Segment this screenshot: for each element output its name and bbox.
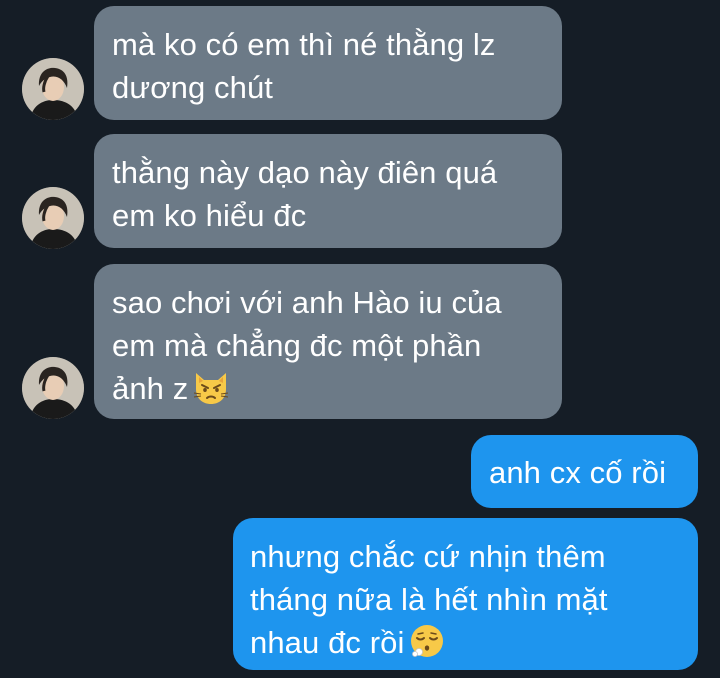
incoming-message[interactable]: sao chơi với anh Hào iu của em mà chẳng …	[94, 264, 562, 419]
avatar-image-icon	[22, 357, 84, 419]
message-text-line: sao chơi với anh Hào iu của	[112, 285, 502, 320]
sender-avatar[interactable]	[22, 58, 84, 120]
exhaling-face-emoji-icon	[411, 625, 444, 657]
message-text-line: thằng này dạo này điên quá	[112, 155, 498, 190]
message-text: ảnh z	[112, 371, 189, 406]
incoming-message[interactable]: thằng này dạo này điên quá em ko hiểu đc	[94, 134, 562, 248]
message-text-line: em mà chẳng đc một phần	[112, 328, 482, 363]
message-text-line: mà ko có em thì né thằng lz	[112, 27, 496, 62]
outgoing-message[interactable]: nhưng chắc cứ nhịn thêm tháng nữa là hết…	[233, 518, 698, 670]
message-text-line: anh cx cố rồi	[489, 455, 667, 490]
message-text-line-with-emoji: nhau đc rồi	[250, 621, 698, 664]
chat-conversation: mà ko có em thì né thằng lz dương chút t…	[0, 0, 720, 678]
pouting-cat-emoji-icon	[194, 373, 229, 404]
message-text: nhau đc rồi	[250, 625, 405, 660]
message-text-line: dương chút	[112, 70, 274, 105]
sender-avatar[interactable]	[22, 357, 84, 419]
avatar-image-icon	[22, 58, 84, 120]
message-text-line: tháng nữa là hết nhìn mặt	[250, 582, 608, 617]
outgoing-message[interactable]: anh cx cố rồi	[471, 435, 698, 508]
sender-avatar[interactable]	[22, 187, 84, 249]
message-text-line: nhưng chắc cứ nhịn thêm	[250, 539, 606, 574]
incoming-message[interactable]: mà ko có em thì né thằng lz dương chút	[94, 6, 562, 120]
message-text-line: em ko hiểu đc	[112, 198, 307, 233]
message-text-line-with-emoji: ảnh z	[112, 367, 544, 410]
avatar-image-icon	[22, 187, 84, 249]
